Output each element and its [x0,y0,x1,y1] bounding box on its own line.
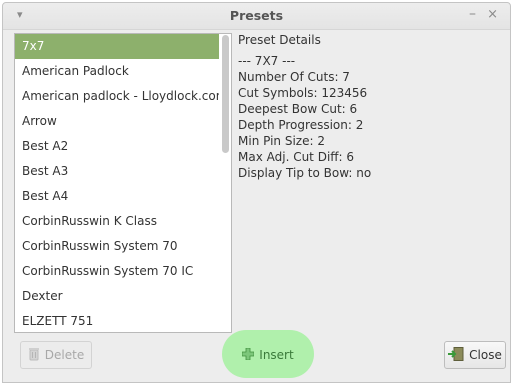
list-item[interactable]: Best A4 [15,184,219,209]
insert-label: Insert [259,348,294,362]
details-line: Max Adj. Cut Diff: 6 [238,150,355,164]
details-heading: Preset Details [238,33,321,47]
list-item[interactable]: ELZETT 751 [15,309,219,332]
list-item[interactable]: Dexter [15,284,219,309]
window-title: Presets [229,8,284,23]
list-item[interactable]: 7x7 [15,34,219,59]
details-line: Min Pin Size: 2 [238,134,325,148]
preset-list[interactable]: 7x7 American Padlock American padlock - … [14,33,232,333]
plus-icon [241,347,255,363]
close-button[interactable]: Close [444,341,506,369]
presets-window: ▾ Presets – × 7x7 American Padlock Ameri… [2,2,511,383]
list-item[interactable]: American Padlock [15,59,219,84]
delete-label: Delete [44,348,85,362]
close-label: Close [469,348,502,362]
close-window-icon[interactable]: × [487,7,498,22]
details-line: Display Tip to Bow: no [238,166,372,180]
title-bar: ▾ Presets – × [3,3,510,30]
scrollbar-thumb[interactable] [222,35,229,153]
trash-icon [28,347,40,364]
list-item[interactable]: American padlock - Lloydlock.com [15,84,219,109]
list-item[interactable]: Best A2 [15,134,219,159]
list-scrollbar[interactable] [222,35,230,331]
insert-button[interactable]: Insert [235,341,301,369]
list-item[interactable]: Arrow [15,109,219,134]
details-line: Deepest Bow Cut: 6 [238,102,358,116]
exit-door-icon [448,346,464,364]
details-line: --- 7X7 --- [238,54,296,68]
preset-details: Preset Details --- 7X7 --- Number Of Cut… [238,33,498,181]
details-line: Cut Symbols: 123456 [238,86,368,100]
details-line: Depth Progression: 2 [238,118,364,132]
list-item[interactable]: CorbinRusswin System 70 [15,234,219,259]
details-line: Number Of Cuts: 7 [238,70,350,84]
list-item[interactable]: Best A3 [15,159,219,184]
list-item[interactable]: CorbinRusswin System 70 IC [15,259,219,284]
delete-button[interactable]: Delete [20,341,92,369]
list-item[interactable]: CorbinRusswin K Class [15,209,219,234]
minimize-icon[interactable]: – [469,6,476,22]
